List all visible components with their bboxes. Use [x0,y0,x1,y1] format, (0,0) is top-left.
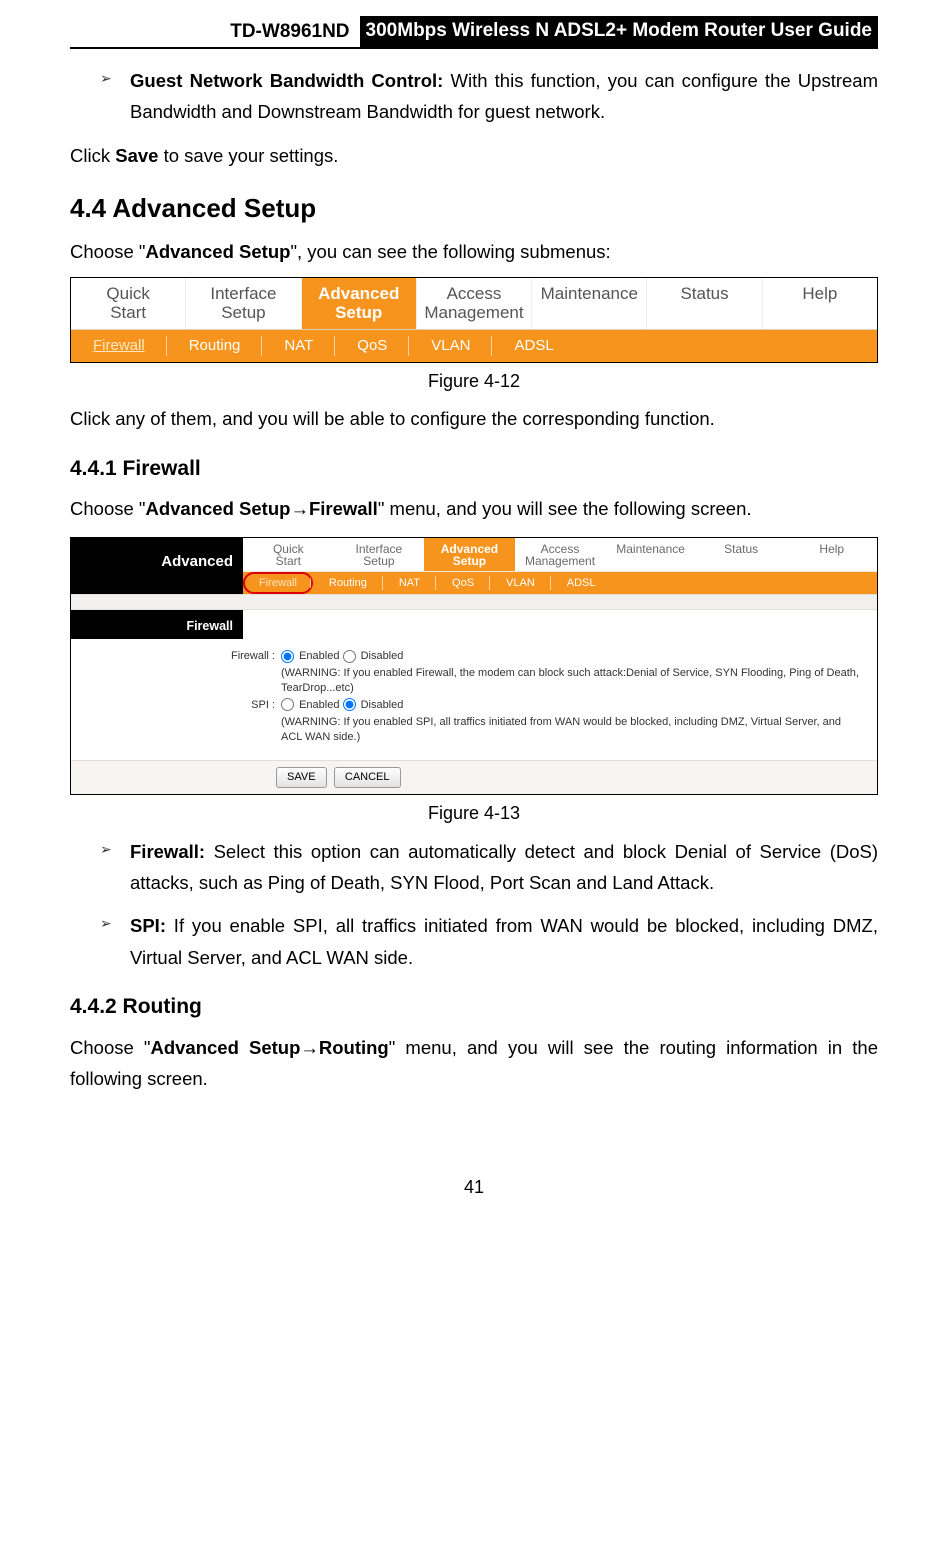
click-save-line: Click Save to save your settings. [70,140,878,171]
figure-4-12: QuickStart InterfaceSetup AdvancedSetup … [70,277,878,363]
fig13-nav-main: QuickStart InterfaceSetup AdvancedSetup … [243,538,877,572]
tab-help[interactable]: Help [763,278,877,328]
fig13-tab-quick-start[interactable]: QuickStart [243,538,334,571]
fig13-subtab-nat[interactable]: NAT [383,572,436,595]
firewall-disabled-radio[interactable]: Disabled [343,650,404,662]
firewall-enabled-radio[interactable]: Enabled [281,650,339,662]
bullet-label: Guest Network Bandwidth Control: [130,70,443,91]
sidebar-title-advanced: Advanced [71,552,233,572]
tab-quick-start[interactable]: QuickStart [71,278,186,328]
tab-access-management[interactable]: AccessManagement [417,278,532,328]
bullet-guest-network: Guest Network Bandwidth Control: With th… [100,65,878,128]
spi-enabled-radio[interactable]: Enabled [281,699,339,711]
tab-status[interactable]: Status [647,278,762,328]
click-any-line: Click any of them, and you will be able … [70,403,878,434]
doc-header: TD-W8961ND 300Mbps Wireless N ADSL2+ Mod… [70,16,878,49]
fig13-subtab-vlan[interactable]: VLAN [490,572,551,595]
subtab-adsl[interactable]: ADSL [492,330,575,362]
doc-header-title: 300Mbps Wireless N ADSL2+ Modem Router U… [360,16,878,47]
fig13-section-label: Firewall [71,610,243,639]
fig13-tab-help[interactable]: Help [786,538,877,571]
fig13-tab-advanced-setup[interactable]: AdvancedSetup [424,538,515,571]
section-4-4-1-title: 4.4.1 Firewall [70,455,878,483]
section-4-4-line: Choose "Advanced Setup", you can see the… [70,236,878,267]
tab-maintenance[interactable]: Maintenance [532,278,647,328]
fig13-tab-interface-setup[interactable]: InterfaceSetup [334,538,425,571]
tab-interface-setup[interactable]: InterfaceSetup [186,278,301,328]
fig13-nav-sub: Firewall Routing NAT QoS VLAN ADSL [243,572,877,595]
fig13-spacer [71,594,877,610]
subtab-firewall[interactable]: Firewall [71,330,167,362]
figure-4-13-caption: Figure 4-13 [70,801,878,825]
fig13-subtab-routing[interactable]: Routing [313,572,383,595]
subtab-qos[interactable]: QoS [335,330,409,362]
fig13-button-bar: SAVE CANCEL [71,760,877,794]
section-4-4-1-line: Choose "Advanced Setup→Firewall" menu, a… [70,493,878,524]
firewall-warning: (WARNING: If you enabled Firewall, the m… [281,666,859,696]
fig13-tab-access-management[interactable]: AccessManagement [515,538,606,571]
fig13-tab-maintenance[interactable]: Maintenance [605,538,696,571]
subtab-nat[interactable]: NAT [262,330,335,362]
bullet-firewall: Firewall: Select this option can automat… [100,836,878,899]
section-4-4-2-line: Choose "Advanced Setup→Routing" menu, an… [70,1032,878,1095]
nav-main-tabs: QuickStart InterfaceSetup AdvancedSetup … [71,278,877,329]
fig13-form: Firewall : Enabled Disabled (WARNING: If… [71,639,877,760]
fig13-subtab-qos[interactable]: QoS [436,572,490,595]
subtab-routing[interactable]: Routing [167,330,263,362]
spi-label: SPI : [81,698,281,713]
fig13-tab-status[interactable]: Status [696,538,787,571]
save-button[interactable]: SAVE [276,767,327,788]
fig13-subtab-adsl[interactable]: ADSL [551,572,612,595]
figure-4-13: Advanced QuickStart InterfaceSetup Advan… [70,537,878,796]
cancel-button[interactable]: CANCEL [334,767,401,788]
spi-warning: (WARNING: If you enabled SPI, all traffi… [281,715,859,745]
tab-advanced-setup[interactable]: AdvancedSetup [302,278,417,328]
page-number: 41 [70,1175,878,1199]
doc-header-model: TD-W8961ND [230,19,349,45]
figure-4-12-caption: Figure 4-12 [70,369,878,393]
subtab-vlan[interactable]: VLAN [409,330,492,362]
section-4-4-title: 4.4 Advanced Setup [70,191,878,226]
bullet-spi: SPI: If you enable SPI, all traffics ini… [100,910,878,973]
section-4-4-2-title: 4.4.2 Routing [70,993,878,1021]
fig13-subtab-firewall[interactable]: Firewall [243,572,313,595]
firewall-label: Firewall : [81,649,281,664]
nav-sub-tabs: Firewall Routing NAT QoS VLAN ADSL [71,330,877,362]
spi-disabled-radio[interactable]: Disabled [343,699,404,711]
